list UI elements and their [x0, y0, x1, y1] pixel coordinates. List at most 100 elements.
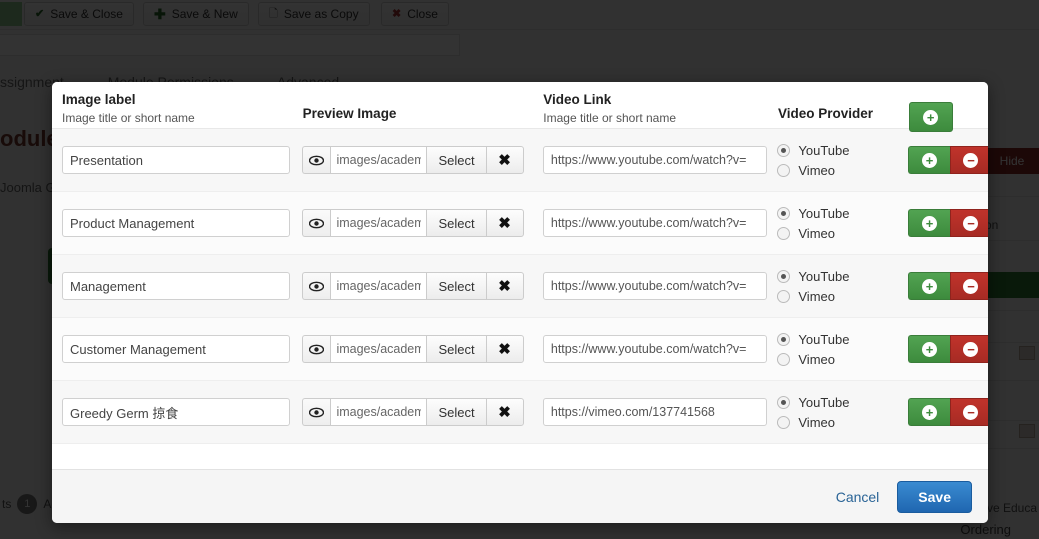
save-button[interactable]: Save	[897, 481, 972, 513]
select-image-button[interactable]: Select	[426, 146, 485, 174]
radio-vimeo-label: Vimeo	[798, 226, 835, 241]
radio-vimeo[interactable]	[777, 416, 790, 429]
cell-preview-image: Select✖	[302, 398, 542, 426]
eye-icon-wrap[interactable]	[302, 272, 330, 300]
clear-image-button[interactable]: ✖	[486, 335, 524, 363]
select-image-button[interactable]: Select	[426, 398, 485, 426]
remove-row-button[interactable]: −	[950, 272, 988, 300]
clear-image-button[interactable]: ✖	[486, 146, 524, 174]
image-label-input[interactable]	[62, 272, 290, 300]
add-row-button[interactable]: +	[908, 335, 950, 363]
cell-actions: +−	[908, 209, 978, 237]
radio-option-youtube[interactable]: YouTube	[777, 269, 849, 284]
radio-vimeo[interactable]	[777, 227, 790, 240]
table-row: Select✖ YouTube Vimeo +−	[52, 129, 988, 192]
radio-vimeo[interactable]	[777, 353, 790, 366]
remove-row-button[interactable]: −	[950, 398, 988, 426]
preview-image-group: Select✖	[302, 398, 523, 426]
plus-circle-icon: +	[922, 405, 937, 420]
radio-option-youtube[interactable]: YouTube	[777, 206, 849, 221]
clear-image-button[interactable]: ✖	[486, 398, 524, 426]
radio-youtube[interactable]	[777, 207, 790, 220]
radio-option-youtube[interactable]: YouTube	[777, 395, 849, 410]
minus-circle-icon: −	[963, 153, 978, 168]
add-row-button[interactable]: +	[908, 209, 950, 237]
eye-icon-wrap[interactable]	[302, 335, 330, 363]
preview-image-group: Select✖	[302, 272, 523, 300]
eye-icon-wrap[interactable]	[302, 209, 330, 237]
cell-image-label	[62, 335, 302, 363]
plus-circle-icon: +	[922, 216, 937, 231]
clear-image-button[interactable]: ✖	[486, 209, 524, 237]
image-label-subtitle: Image title or short name	[62, 110, 303, 126]
radio-youtube[interactable]	[777, 144, 790, 157]
image-label-input[interactable]	[62, 146, 290, 174]
add-row-button[interactable]: +	[908, 272, 950, 300]
radio-vimeo[interactable]	[777, 290, 790, 303]
add-row-button[interactable]: +	[908, 146, 950, 174]
row-action-group: +−	[908, 146, 988, 174]
plus-circle-icon: +	[922, 342, 937, 357]
radio-youtube[interactable]	[777, 270, 790, 283]
table-row: Select✖ YouTube Vimeo +−	[52, 318, 988, 381]
preview-path-input[interactable]	[330, 209, 426, 237]
image-label-input[interactable]	[62, 209, 290, 237]
radio-option-vimeo[interactable]: Vimeo	[777, 226, 849, 241]
preview-path-input[interactable]	[330, 146, 426, 174]
preview-image-group: Select✖	[302, 209, 523, 237]
column-header-video-provider: Video Provider	[778, 92, 909, 122]
radio-option-vimeo[interactable]: Vimeo	[777, 289, 849, 304]
cell-preview-image: Select✖	[302, 335, 542, 363]
cell-video-provider: YouTube Vimeo	[777, 206, 908, 241]
provider-radio-group: YouTube Vimeo	[777, 206, 849, 241]
cell-video-link	[543, 398, 778, 426]
eye-icon-wrap[interactable]	[302, 398, 330, 426]
column-header-actions: +	[909, 92, 978, 132]
clear-image-button[interactable]: ✖	[486, 272, 524, 300]
preview-path-input[interactable]	[330, 398, 426, 426]
grid-header: Image label Image title or short name Pr…	[52, 82, 988, 129]
video-link-input[interactable]	[543, 209, 767, 237]
provider-radio-group: YouTube Vimeo	[777, 269, 849, 304]
grid-rows: Select✖YouTubeVimeo+−Select✖YouTubeVimeo…	[52, 129, 988, 444]
radio-youtube[interactable]	[777, 333, 790, 346]
select-image-button[interactable]: Select	[426, 272, 485, 300]
radio-option-vimeo[interactable]: Vimeo	[777, 415, 849, 430]
image-label-input[interactable]	[62, 398, 290, 426]
add-row-button[interactable]: +	[908, 398, 950, 426]
radio-option-vimeo[interactable]: Vimeo	[777, 163, 849, 178]
remove-row-button[interactable]: −	[950, 146, 988, 174]
radio-youtube-label: YouTube	[798, 332, 849, 347]
select-image-button[interactable]: Select	[426, 209, 485, 237]
radio-vimeo-label: Vimeo	[798, 163, 835, 178]
video-link-input[interactable]	[543, 335, 767, 363]
video-link-input[interactable]	[543, 146, 767, 174]
add-row-button[interactable]: +	[909, 102, 953, 132]
radio-vimeo[interactable]	[777, 164, 790, 177]
preview-path-input[interactable]	[330, 272, 426, 300]
table-row: Select✖ YouTube Vimeo + −	[52, 381, 988, 444]
remove-row-button[interactable]: −	[950, 335, 988, 363]
preview-path-input[interactable]	[330, 335, 426, 363]
radio-option-vimeo[interactable]: Vimeo	[777, 352, 849, 367]
minus-circle-icon: −	[963, 405, 978, 420]
eye-icon-wrap[interactable]	[302, 146, 330, 174]
radio-youtube[interactable]	[777, 396, 790, 409]
cell-video-link	[543, 335, 778, 363]
radio-option-youtube[interactable]: YouTube	[777, 143, 849, 158]
remove-row-button[interactable]: −	[950, 209, 988, 237]
select-image-button[interactable]: Select	[426, 335, 485, 363]
row-action-group: +−	[908, 209, 988, 237]
radio-youtube-label: YouTube	[798, 206, 849, 221]
minus-circle-icon: −	[963, 216, 978, 231]
column-header-image-label: Image label Image title or short name	[62, 92, 303, 126]
minus-circle-icon: −	[963, 279, 978, 294]
video-link-input[interactable]	[543, 398, 767, 426]
image-label-input[interactable]	[62, 335, 290, 363]
cell-video-provider: YouTube Vimeo	[777, 395, 908, 430]
plus-circle-icon: +	[923, 110, 938, 125]
table-row: Select✖ YouTube Vimeo +−	[52, 255, 988, 318]
radio-option-youtube[interactable]: YouTube	[777, 332, 849, 347]
video-link-input[interactable]	[543, 272, 767, 300]
cancel-button[interactable]: Cancel	[836, 489, 880, 505]
